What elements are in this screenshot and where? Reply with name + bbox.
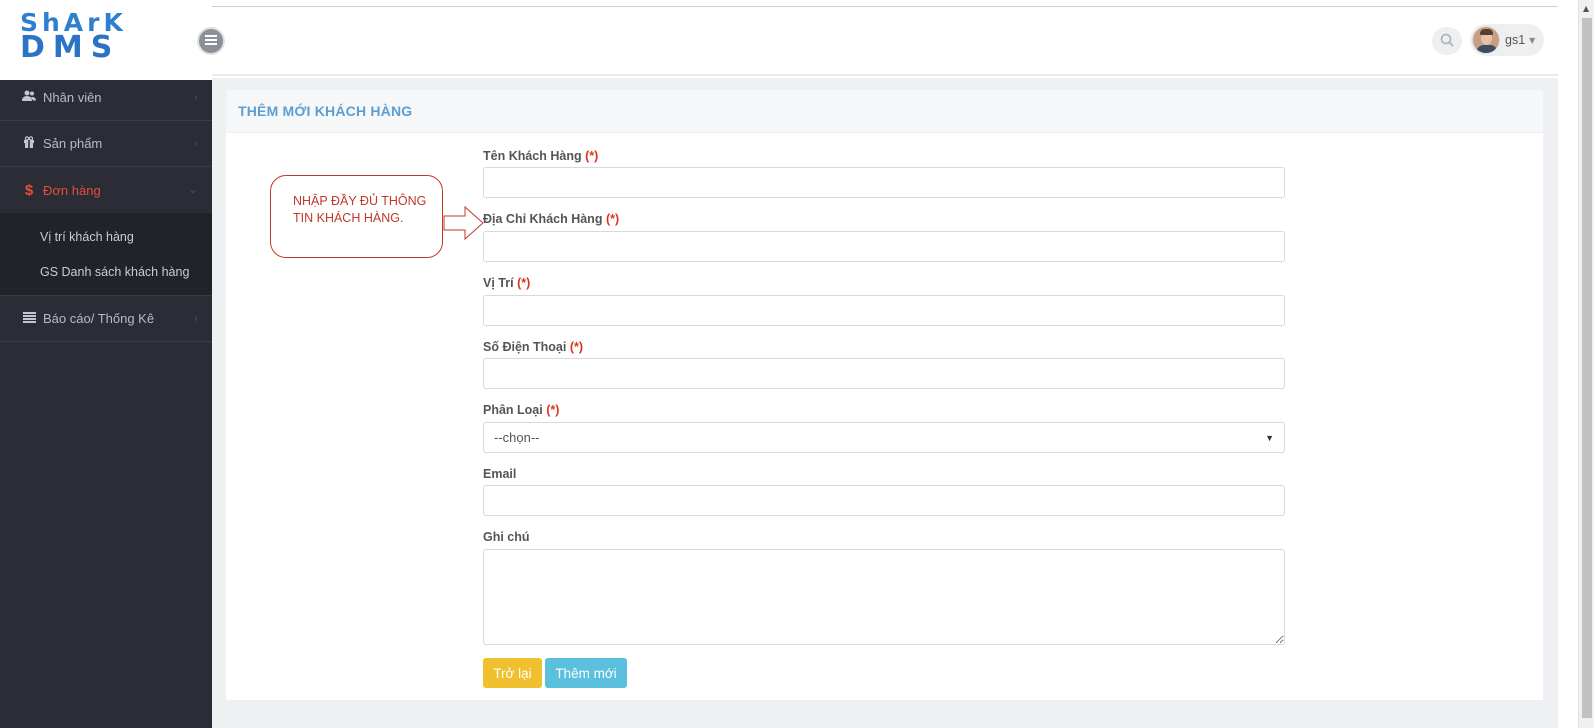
logo[interactable]: ShArK DMS [0,0,212,80]
required-mark: (*) [569,340,584,354]
sidebar-item-label: Đơn hàng [43,182,101,198]
chevron-right-icon: › [194,311,198,325]
sidebar-submenu: Vị trí khách hàng GS Danh sách khách hàn… [0,213,212,296]
sidebar-subitem-gs-danh-sach-khach-hang[interactable]: GS Danh sách khách hàng [0,254,212,289]
required-mark: (*) [517,276,531,290]
menu-icon [205,33,217,49]
sidebar-item-bao-cao[interactable]: Báo cáo/ Thống Kê › [0,296,212,342]
note-label: Ghi chú [483,530,530,544]
annotation-text-line2: TIN KHÁCH HÀNG. [293,211,404,225]
sidebar-item-label: Báo cáo/ Thống Kê [43,311,155,326]
sidebar-item-label: Nhân viên [43,90,102,105]
sidebar-item-label: Sản phẩm [43,136,103,151]
users-icon [21,90,37,105]
scroll-up-icon[interactable]: ▲ [1583,4,1589,13]
back-button[interactable]: Trở lại [483,658,542,688]
list-icon [21,311,37,326]
sidebar-item-don-hang[interactable]: $ Đơn hàng ⌄ [0,167,212,213]
category-select[interactable]: --chọn-- ▼ [483,422,1285,453]
caret-down-icon: ▼ [1529,35,1536,45]
category-selected-value: --chọn-- [494,430,540,445]
sidebar-item-san-pham[interactable]: Sản phẩm › [0,121,212,167]
category-label: Phân Loại (*) [483,403,560,417]
logo-text: ShArK DMS [20,10,200,63]
vertical-scrollbar[interactable]: ▲ [1578,0,1594,728]
sidebar-toggle-button[interactable] [197,27,225,55]
panel-header: THÊM MỚI KHÁCH HÀNG [226,90,1543,133]
chevron-right-icon: › [194,136,198,150]
top-header: gs1 ▼ [212,6,1558,76]
chevron-down-icon: ⌄ [187,182,198,196]
search-button[interactable] [1432,27,1462,55]
location-label: Vị Trí (*) [483,276,531,290]
user-menu[interactable]: gs1 ▼ [1470,24,1544,56]
dollar-icon: $ [24,181,34,199]
sidebar-subitem-vi-tri-khach-hang[interactable]: Vị trí khách hàng [0,219,212,254]
email-input[interactable] [483,485,1285,516]
email-label: Email [483,467,517,481]
username: gs1 [1505,33,1526,47]
customer-name-input[interactable] [483,167,1285,198]
required-mark: (*) [585,149,599,163]
sidebar-nav: Nhân viên › Sản phẩm › $ Đơn hàng ⌄ Vị t… [0,75,212,342]
gift-icon [21,136,37,151]
sidebar: ShArK DMS Nhân viên › Sản phẩm › $ Đơn h… [0,0,212,728]
required-mark: (*) [546,403,560,417]
caret-down-icon: ▼ [1265,432,1274,443]
customer-address-input[interactable] [483,231,1285,262]
arrow-right-icon [443,205,484,241]
note-textarea[interactable] [483,549,1285,645]
name-label: Tên Khách Hàng (*) [483,149,599,163]
search-icon [1440,33,1454,50]
add-new-button[interactable]: Thêm mới [545,658,627,688]
sidebar-item-nhan-vien[interactable]: Nhân viên › [0,75,212,121]
avatar [1472,26,1500,54]
logo-bottom-text: DMS [20,30,121,65]
annotation-callout: NHẬP ĐẦY ĐỦ THÔNG TIN KHÁCH HÀNG. [270,175,443,258]
phone-input[interactable] [483,358,1285,389]
annotation-text-line1: NHẬP ĐẦY ĐỦ THÔNG [293,194,427,208]
scrollbar-thumb[interactable] [1582,18,1592,718]
page-title: THÊM MỚI KHÁCH HÀNG [238,103,413,119]
address-label: Địa Chỉ Khách Hàng (*) [483,212,620,226]
chevron-right-icon: › [194,90,198,104]
location-input[interactable] [483,295,1285,326]
required-mark: (*) [605,212,620,226]
phone-label: Số Điện Thoại (*) [483,340,584,354]
